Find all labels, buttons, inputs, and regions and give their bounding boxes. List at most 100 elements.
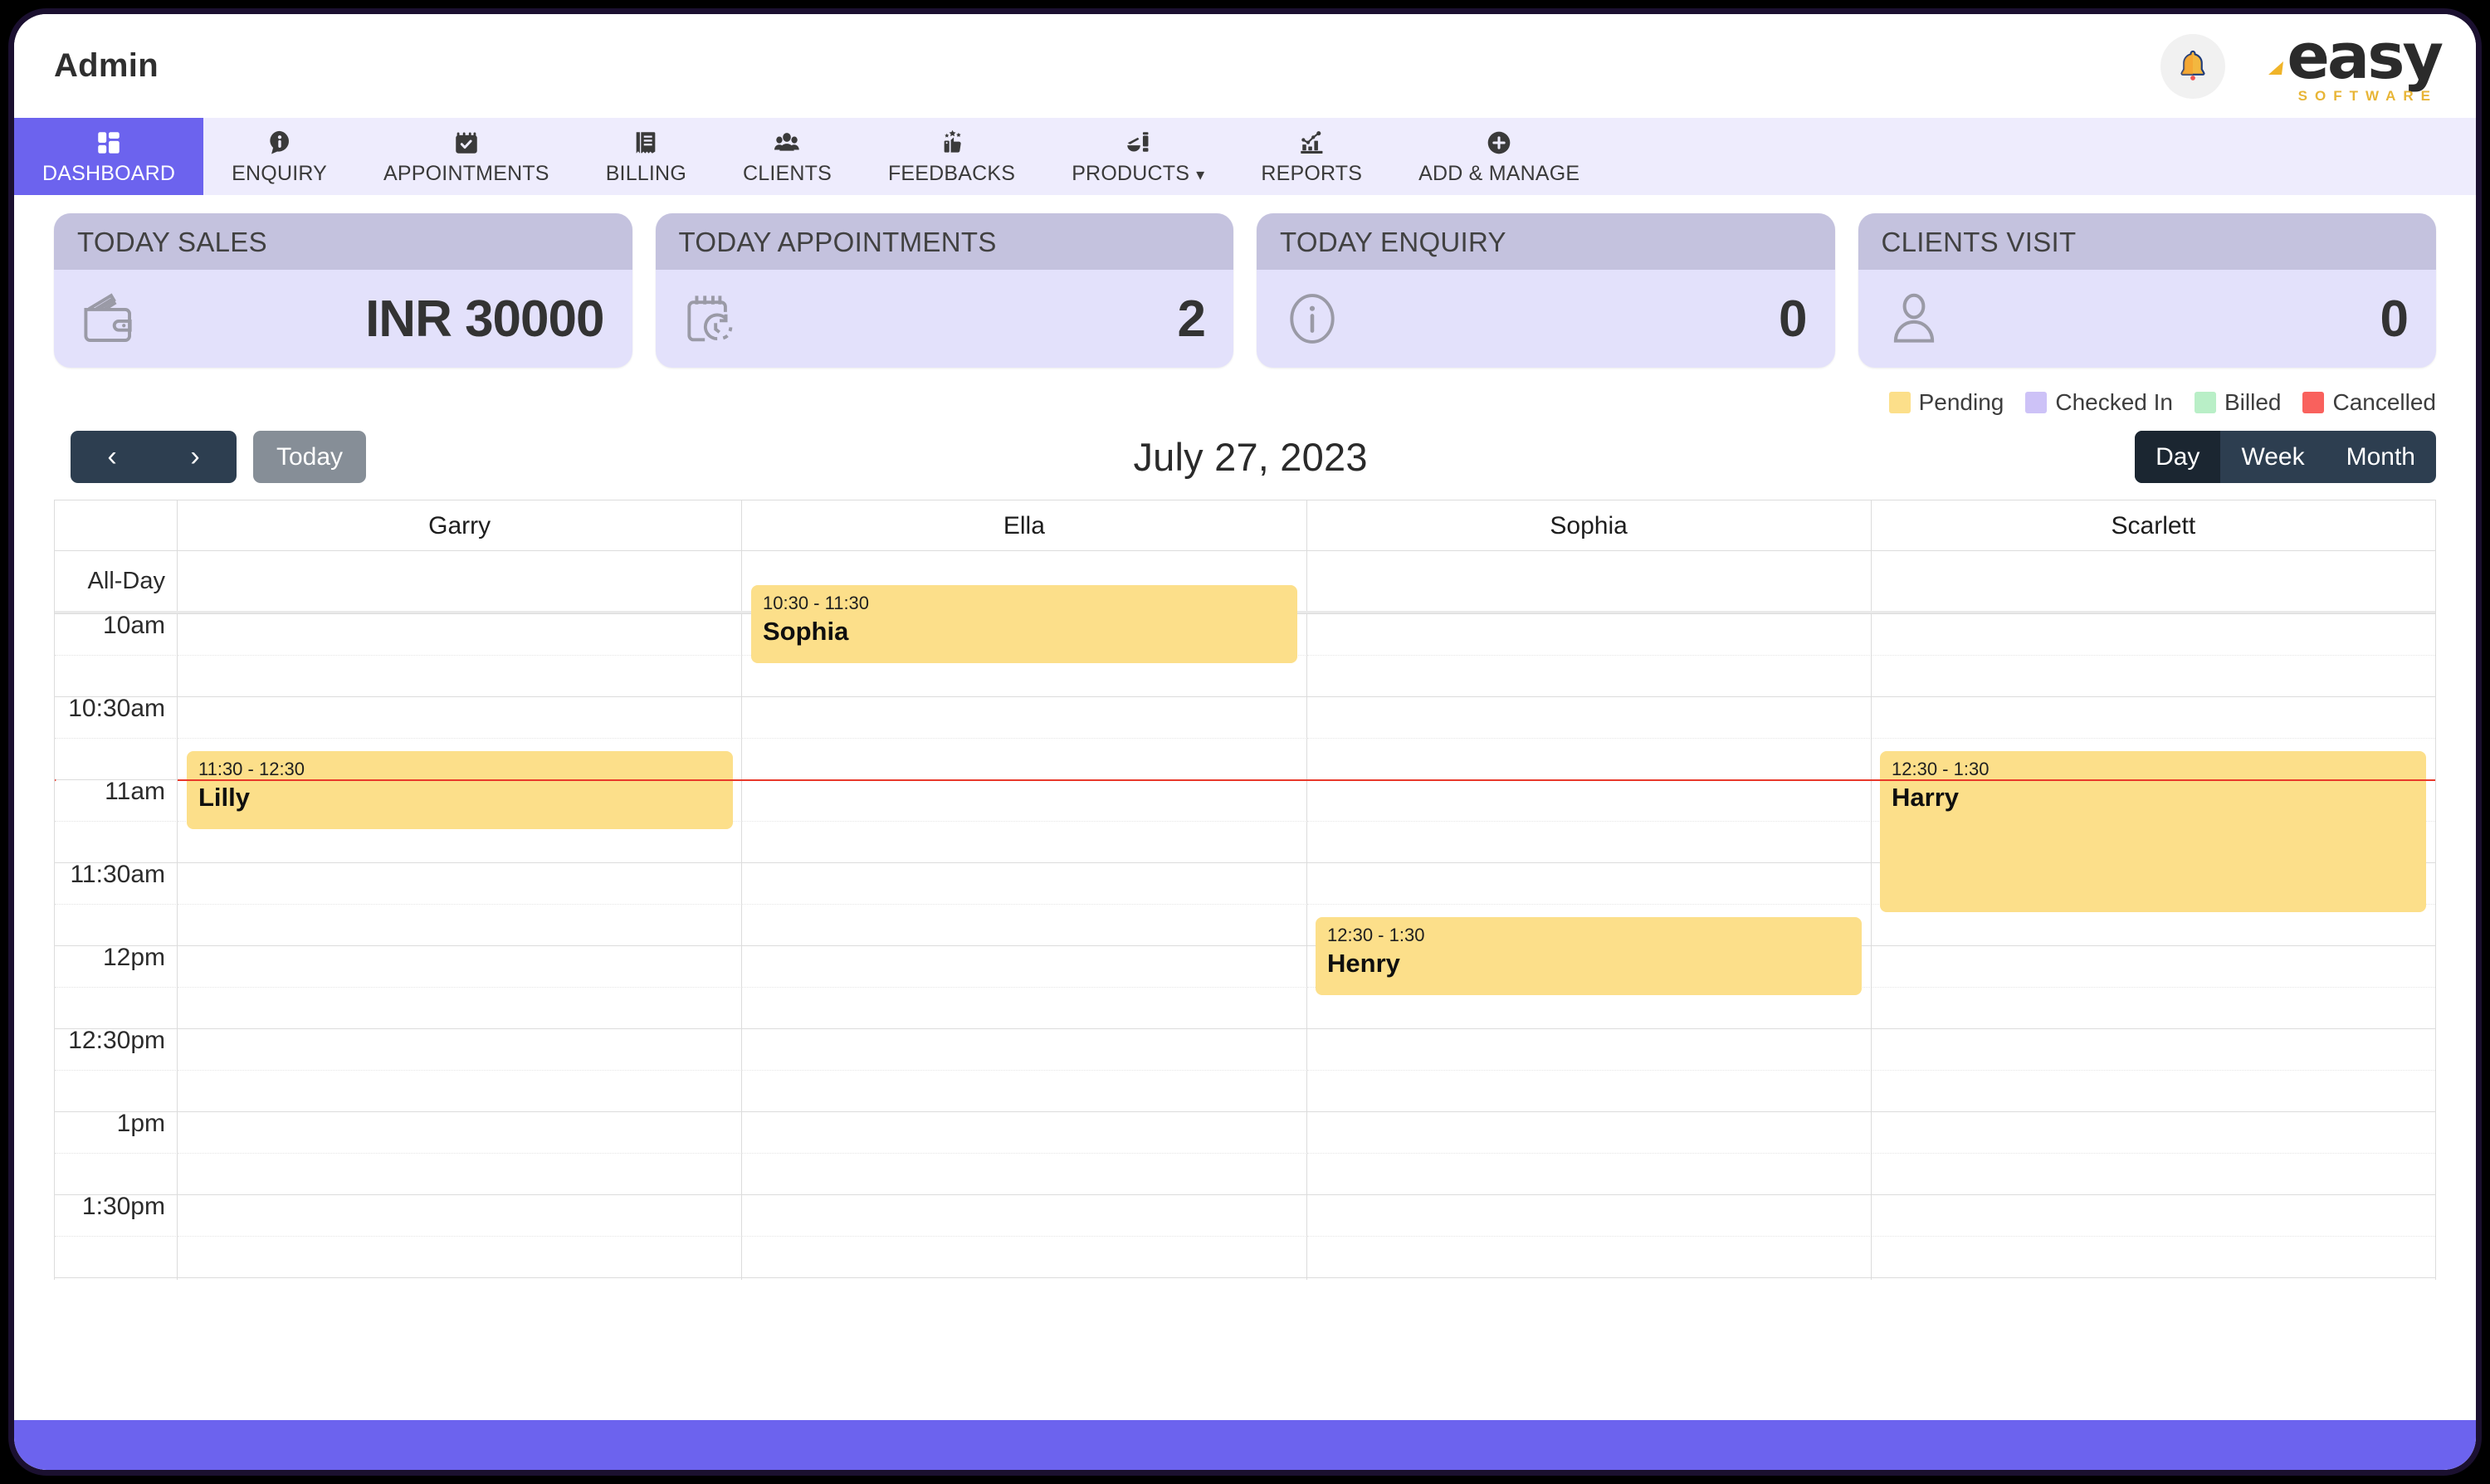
calendar-slot-cell[interactable]: [1871, 696, 2435, 738]
calendar-allday-cell[interactable]: [1307, 551, 1872, 611]
calendar-time-slots: 10am 10:30am 11am 11:30am 12pm 12:30pm 1…: [55, 613, 2435, 1280]
calendar-slot-cell[interactable]: [742, 738, 1307, 779]
calendar-slot-cell[interactable]: [178, 1236, 743, 1277]
calendar-event[interactable]: 11:30 - 12:30 Lilly: [187, 751, 733, 829]
calendar-prev-button[interactable]: ‹: [71, 431, 154, 483]
calendar-slot-cell[interactable]: [1871, 1194, 2435, 1236]
stat-card-today-sales[interactable]: TODAY SALES INR 30000: [54, 213, 632, 368]
stat-card-value: 0: [1779, 290, 1807, 348]
calendar-slot-cell[interactable]: [1306, 862, 1872, 904]
calendar-event[interactable]: 12:30 - 1:30 Henry: [1316, 917, 1862, 995]
calendar-slot-cell[interactable]: [178, 613, 743, 655]
calendar-slot-cell[interactable]: [742, 1277, 1307, 1280]
nav-label-enquiry: ENQUIRY: [232, 161, 328, 185]
calendar-allday-cell[interactable]: [1872, 551, 2435, 611]
legend-item-pending: Pending: [1888, 389, 2004, 416]
calendar-slot-cell[interactable]: [1306, 821, 1872, 862]
calendar-slot-cell[interactable]: [1871, 1236, 2435, 1277]
calendar-allday-label: All-Day: [55, 551, 178, 611]
legend-item-checked-in: Checked In: [2025, 389, 2173, 416]
calendar-slot-cell[interactable]: [742, 987, 1307, 1028]
calendar-slot-cell[interactable]: [1306, 655, 1872, 696]
calendar-slot-cell[interactable]: [742, 1194, 1307, 1236]
calendar-slot-cell[interactable]: [742, 945, 1307, 987]
calendar-event-time: 12:30 - 1:30: [1892, 759, 1990, 779]
calendar-slot-cell[interactable]: [1871, 1277, 2435, 1280]
calendar-slot-cell[interactable]: [742, 696, 1307, 738]
calendar-slot-cell[interactable]: [1871, 1153, 2435, 1194]
nav-item-billing[interactable]: BILLING: [578, 118, 715, 195]
calendar-slot-cell[interactable]: [1871, 655, 2435, 696]
nav-label-reports: REPORTS: [1261, 161, 1363, 185]
calendar-slot-cell[interactable]: [1871, 1028, 2435, 1070]
calendar-slot-cell[interactable]: [178, 1111, 743, 1153]
calendar-slot-cell[interactable]: [1871, 613, 2435, 655]
calendar-column-header-garry[interactable]: Garry: [178, 500, 743, 550]
nav-item-dashboard[interactable]: DASHBOARD: [14, 118, 204, 195]
calendar-slot-cell[interactable]: [1306, 1028, 1872, 1070]
calendar-slot-cell[interactable]: [178, 1028, 743, 1070]
calendar-slot-cell[interactable]: [1306, 1236, 1872, 1277]
calendar-column-header-ella[interactable]: Ella: [742, 500, 1307, 550]
legend-swatch-checked-in: [2025, 392, 2048, 413]
calendar-slot-cell[interactable]: [178, 862, 743, 904]
calendar-slot-cell[interactable]: [742, 821, 1307, 862]
calendar-view-month[interactable]: Month: [2326, 431, 2436, 483]
nav-item-clients[interactable]: CLIENTS: [715, 118, 860, 195]
calendar-slot-cell[interactable]: [1306, 779, 1872, 821]
calendar-next-button[interactable]: ›: [154, 431, 237, 483]
calendar-slot-cell[interactable]: [178, 1277, 743, 1280]
calendar-slot-cell[interactable]: [1306, 1111, 1872, 1153]
stat-card-clients-visit[interactable]: CLIENTS VISIT 0: [1858, 213, 2436, 368]
stat-card-body: 2: [656, 270, 1234, 368]
calendar-column-header-sophia[interactable]: Sophia: [1307, 500, 1872, 550]
calendar-slot-cell[interactable]: [1306, 1070, 1872, 1111]
calendar-slot-cell[interactable]: [742, 1070, 1307, 1111]
calendar-slot-cell[interactable]: [1871, 1070, 2435, 1111]
stat-card-title: TODAY APPOINTMENTS: [655, 213, 1233, 270]
calendar-view-week[interactable]: Week: [2220, 431, 2325, 483]
calendar-slot-cell[interactable]: [742, 904, 1307, 945]
stat-card-today-enquiry[interactable]: TODAY ENQUIRY 0: [1257, 213, 1835, 368]
calendar-event-time: 12:30 - 1:30: [1327, 925, 1425, 945]
calendar-slot-cell[interactable]: [178, 1194, 743, 1236]
calendar-event[interactable]: 12:30 - 1:30 Harry: [1880, 751, 2426, 912]
calendar-slot-cell[interactable]: [178, 1153, 743, 1194]
calendar-slot-cell[interactable]: [1306, 738, 1872, 779]
calendar-event[interactable]: 10:30 - 11:30 Sophia: [751, 585, 1297, 663]
calendar-slot-cell[interactable]: [178, 1070, 743, 1111]
calendar-slot-cell[interactable]: [742, 779, 1307, 821]
calendar-slot-cell[interactable]: [1306, 1153, 1872, 1194]
calendar-slot-cell[interactable]: [742, 1236, 1307, 1277]
stat-card-today-appointments[interactable]: TODAY APPOINTMENTS 2: [655, 213, 1234, 368]
calendar-slot-cell[interactable]: [178, 987, 743, 1028]
calendar-time-label: 10am: [55, 613, 178, 655]
calendar-view-day[interactable]: Day: [2135, 431, 2221, 483]
nav-item-products[interactable]: PRODUCTS ▾: [1043, 118, 1233, 195]
calendar-slot-cell[interactable]: [178, 945, 743, 987]
calendar-slot-cell[interactable]: [1871, 987, 2435, 1028]
footer-bar: [14, 1420, 2476, 1470]
calendar-slot-cell[interactable]: [1306, 696, 1872, 738]
calendar-slot-cell[interactable]: [742, 1028, 1307, 1070]
calendar-today-button[interactable]: Today: [253, 431, 367, 483]
calendar-slot-cell[interactable]: [742, 862, 1307, 904]
notification-bell-button[interactable]: [2160, 33, 2226, 99]
nav-item-reports[interactable]: REPORTS: [1233, 118, 1390, 195]
nav-item-appointments[interactable]: APPOINTMENTS: [355, 118, 578, 195]
calendar-allday-cell[interactable]: [178, 551, 743, 611]
calendar-column-header-scarlett[interactable]: Scarlett: [1872, 500, 2435, 550]
calendar-slot-cell[interactable]: [1306, 613, 1872, 655]
nav-item-enquiry[interactable]: ENQUIRY: [203, 118, 355, 195]
calendar-slot-cell[interactable]: [178, 904, 743, 945]
calendar-slot-cell[interactable]: [742, 1111, 1307, 1153]
calendar-slot-cell[interactable]: [178, 696, 743, 738]
nav-item-add-and-manage[interactable]: ADD & MANAGE: [1390, 118, 1608, 195]
calendar-slot-cell[interactable]: [742, 1153, 1307, 1194]
calendar-slot-cell[interactable]: [1871, 945, 2435, 987]
nav-item-feedbacks[interactable]: FEEDBACKS: [860, 118, 1043, 195]
calendar-slot-cell[interactable]: [1306, 1277, 1872, 1280]
calendar-slot-cell[interactable]: [1306, 1194, 1872, 1236]
calendar-slot-cell[interactable]: [1871, 1111, 2435, 1153]
calendar-slot-cell[interactable]: [178, 655, 743, 696]
